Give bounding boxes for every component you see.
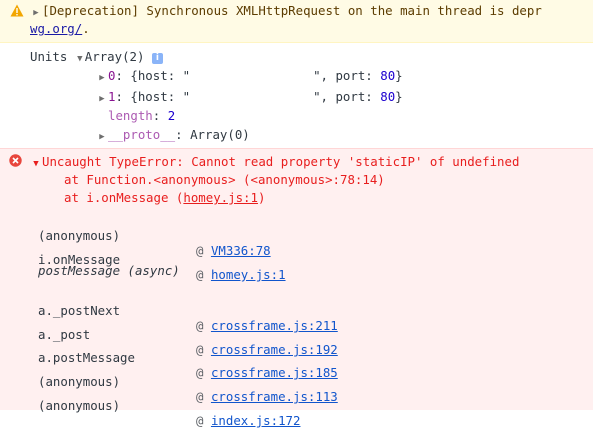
item-port-label: , port: (320, 89, 381, 104)
warning-message: [Deprecation] Synchronous XMLHttpRequest… (42, 3, 542, 18)
collapse-triangle-icon[interactable]: ▼ (75, 54, 85, 64)
proto-value: Array(0) (190, 127, 250, 142)
expand-triangle-icon[interactable]: ▶ (96, 94, 108, 104)
warning-link-line: wg.org/. (30, 21, 593, 36)
error-trace-suffix: ) (257, 190, 266, 205)
proto-sep: : (175, 127, 191, 142)
stack-frame: a._postNext @ crossframe.js:211 (0, 288, 593, 333)
stack-fn: (anonymous) (38, 398, 121, 413)
expand-triangle-icon[interactable]: ▶ (30, 8, 42, 18)
item-host-open: {host: " (130, 68, 191, 83)
warning-line: ▶ [Deprecation] Synchronous XMLHttpReques… (30, 3, 593, 18)
error-line-2: at Function.<anonymous> (<anonymous>:78:… (64, 172, 593, 187)
warning-triangle-icon (10, 4, 24, 17)
length-value: 2 (167, 108, 176, 123)
error-line-3: at i.onMessage (homey.js:1) (64, 190, 593, 205)
warning-link[interactable]: wg.org/ (30, 21, 82, 36)
stack-location: @ index.js:172 (196, 413, 300, 428)
error-line-1: ▼ Uncaught TypeError: Cannot read propert… (30, 154, 593, 169)
info-badge-icon[interactable]: i (151, 53, 163, 64)
stack-frame: a.postMessage @ crossframe.js:185 (0, 335, 593, 380)
error-trace-link[interactable]: homey.js:1 (183, 190, 258, 205)
async-label: postMessage (async) (38, 263, 180, 278)
item-port-label: , port: (320, 68, 381, 83)
error-trace-prefix: at i.onMessage ( (64, 190, 184, 205)
array-item-1[interactable]: ▶ 1: {host: " ", port: 80} (96, 89, 593, 104)
error-message: Uncaught TypeError: Cannot read property… (42, 154, 520, 169)
item-port: 80 (380, 68, 396, 83)
expand-triangle-icon[interactable]: ▶ (96, 132, 108, 142)
async-separator: postMessage (async) (38, 263, 593, 278)
stack-frame: a._post @ crossframe.js:192 (0, 312, 593, 357)
warning-link-suffix: . (82, 21, 90, 36)
proto-label: __proto__ (108, 127, 176, 142)
stack-frame: i.onMessage @ homey.js:1 (0, 237, 593, 282)
log-units-line: Units ▼ Array(2) i (30, 49, 593, 64)
error-circle-icon (9, 154, 22, 167)
stack-frame: (anonymous) @ crossframe.js:113 (0, 359, 593, 404)
item-close: } (395, 89, 403, 104)
stack-frame: (anonymous) @ index.js:172 (0, 383, 593, 428)
error-trace-line: at Function.<anonymous> (<anonymous>:78:… (64, 172, 385, 187)
array-header[interactable]: Array(2) (85, 49, 145, 64)
log-label: Units (30, 49, 68, 64)
item-host-close: " (313, 68, 321, 83)
item-index: 0 (108, 68, 116, 83)
length-label: length (108, 108, 153, 123)
expand-triangle-icon[interactable]: ▶ (96, 73, 108, 83)
array-item-0[interactable]: ▶ 0: {host: " ", port: 80} (96, 68, 593, 83)
item-host-close: " (313, 89, 321, 104)
array-length: length: 2 (108, 108, 593, 123)
array-proto[interactable]: ▶ __proto__: Array(0) (96, 127, 593, 142)
collapse-triangle-icon[interactable]: ▼ (30, 159, 42, 169)
at-sign: @ (196, 413, 204, 428)
stack-link[interactable]: index.js:172 (211, 413, 301, 428)
item-close: } (395, 68, 403, 83)
length-sep: : (152, 108, 168, 123)
stack-frame: (anonymous) @ VM336:78 (0, 213, 593, 258)
item-port: 80 (380, 89, 396, 104)
item-index: 1 (108, 89, 116, 104)
item-host-open: {host: " (130, 89, 191, 104)
